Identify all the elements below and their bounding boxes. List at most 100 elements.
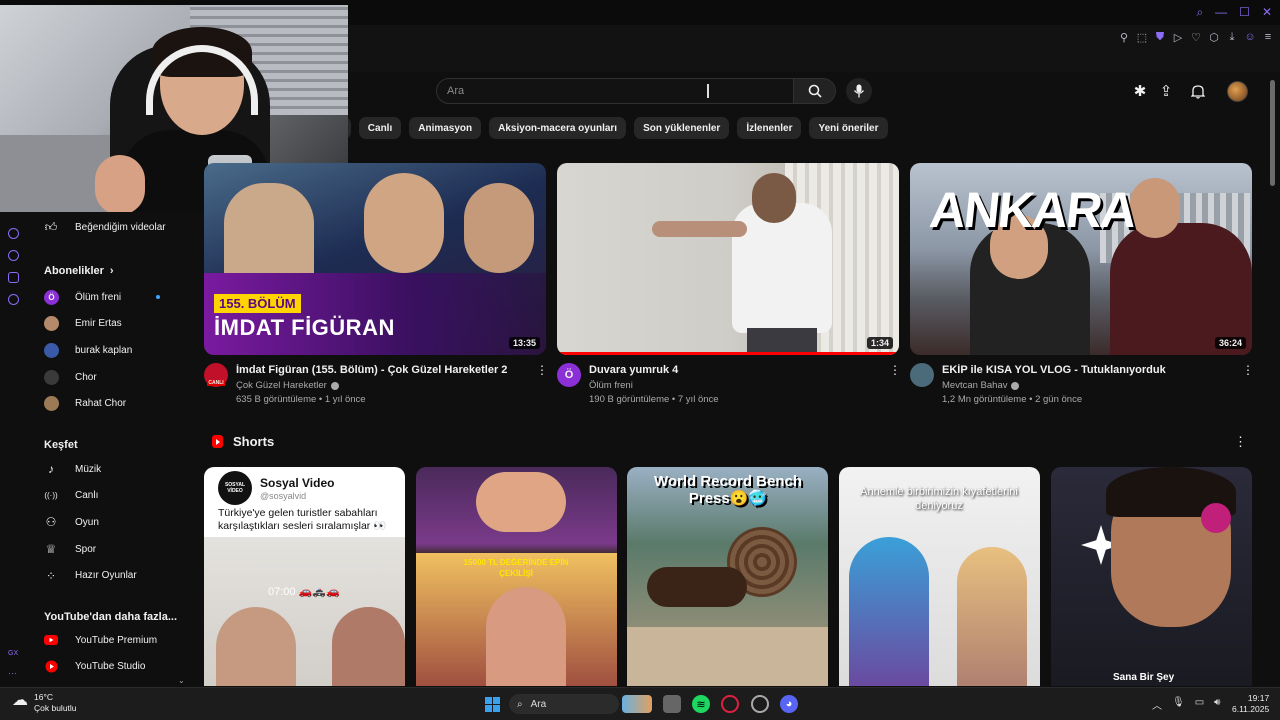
sidebar-scroll-down-icon[interactable]: ⌄ <box>178 676 185 685</box>
short-overlay-text: World Record Bench Press😮🥶 <box>653 473 803 507</box>
sidebar-item-explore[interactable]: ♕ Spor <box>28 537 188 561</box>
channel-avatar <box>44 342 59 358</box>
chip-watched[interactable]: İzlenenler <box>737 117 802 139</box>
rail-player-icon[interactable] <box>8 250 19 261</box>
video-channel[interactable]: Mevtcan Bahav <box>942 380 1020 391</box>
minimize-button[interactable]: — <box>1215 5 1227 20</box>
tray-mic-icon[interactable]: 🎙︎ <box>1172 697 1185 712</box>
video-title[interactable]: EKİP ile KISA YOL VLOG - Tutuklanıyorduk <box>942 364 1232 376</box>
upload-icon[interactable]: ⇪ <box>1157 82 1175 100</box>
short-figure <box>476 472 566 532</box>
sidebar-item-more[interactable]: YouTube Studio <box>28 655 188 679</box>
sidebar-item-subscription[interactable]: burak kaplan <box>28 338 188 362</box>
steam-icon[interactable] <box>751 695 769 713</box>
notifications-bell-icon[interactable] <box>1189 82 1207 100</box>
rail-settings-icon[interactable] <box>8 294 19 305</box>
profile-icon[interactable]: ☺ <box>1244 31 1256 43</box>
thumb-overlay-title: ANKARA <box>927 182 1138 238</box>
search-input[interactable]: Ara <box>436 78 794 104</box>
channel-avatar[interactable]: Ö <box>557 363 581 387</box>
short-card[interactable]: World Record Bench Press😮🥶 <box>627 467 828 686</box>
heart-icon[interactable]: ♡ <box>1190 31 1202 44</box>
thumb-figure <box>464 183 534 273</box>
account-avatar[interactable] <box>1227 81 1248 102</box>
channel-avatar[interactable] <box>910 363 934 387</box>
sidebar-item-subscription[interactable]: Emir Ertas <box>28 312 188 336</box>
chip-live[interactable]: Canlı <box>358 117 402 139</box>
taskbar-clock[interactable]: 19:17 6.11.2025 <box>1232 693 1269 715</box>
chip-new-to-you[interactable]: Yeni öneriler <box>809 117 888 139</box>
more-options-icon[interactable]: ⋮ <box>536 363 548 377</box>
sidebar-item-liked-videos[interactable]: 👍︎ Beğendiğim videolar <box>28 215 188 239</box>
rail-clock-icon[interactable] <box>8 228 19 239</box>
download-icon[interactable]: ⤓ <box>1226 31 1238 43</box>
create-icon[interactable]: ✱ <box>1131 82 1149 100</box>
video-title[interactable]: İmdat Figüran (155. Bölüm) - Çok Güzel H… <box>236 364 526 376</box>
more-from-youtube-heading: YouTube'dan daha fazla... <box>44 611 177 623</box>
channel-avatar[interactable]: CANLI <box>204 363 228 387</box>
system-tray: ︿ 🎙︎ ▭ 🔊︎ <box>1152 697 1220 712</box>
rail-more-icon[interactable]: ··· <box>8 668 17 678</box>
task-view-icon[interactable] <box>663 695 681 713</box>
sidebar-item-more[interactable]: YouTube Premium <box>28 628 188 652</box>
search-button[interactable] <box>794 78 836 104</box>
channel-avatar <box>44 316 59 332</box>
tray-volume-icon[interactable]: 🔊︎ <box>1214 697 1220 712</box>
shield-icon[interactable]: ⛊ <box>1154 31 1166 43</box>
video-stats: 1,2 Mn görüntüleme • 2 gün önce <box>942 394 1083 405</box>
video-title[interactable]: Duvara yumruk 4 <box>589 364 879 376</box>
browser-search-icon[interactable]: ⌕ <box>1196 5 1203 20</box>
sidebar-item-explore[interactable]: ♪ Müzik <box>28 457 188 481</box>
extensions-icon[interactable]: ⬡ <box>1208 31 1220 44</box>
sidebar-item-subscription[interactable]: Chor <box>28 365 188 389</box>
thumb-figure-shirt <box>732 203 832 333</box>
sidebar-item-explore[interactable]: ((·)) Canlı <box>28 484 188 508</box>
sidebar-item-label: Müzik <box>75 463 102 475</box>
voice-search-button[interactable] <box>846 78 872 104</box>
video-thumbnail[interactable]: 1:34 <box>557 163 899 355</box>
windows-start-icon[interactable] <box>483 695 501 713</box>
menu-icon[interactable]: ≡ <box>1262 31 1274 43</box>
video-thumbnail[interactable]: 155. BÖLÜM İMDAT FİGÜRAN 13:35 <box>204 163 546 355</box>
more-options-icon[interactable]: ⋮ <box>1242 363 1254 377</box>
snapshot-icon[interactable]: ⬚ <box>1136 31 1148 44</box>
sidebar-item-explore[interactable]: ⁘ Hazır Oyunlar <box>28 564 188 588</box>
discord-icon[interactable]: ◕ <box>780 695 798 713</box>
play-icon[interactable]: ▷ <box>1172 31 1184 44</box>
sidebar-item-explore[interactable]: ⚇ Oyun <box>28 510 188 534</box>
more-options-icon[interactable]: ⋮ <box>889 363 901 377</box>
rail-cube-icon[interactable] <box>8 272 19 283</box>
video-channel[interactable]: Ölüm freni <box>589 380 633 391</box>
video-thumbnail[interactable]: ANKARA 36:24 <box>910 163 1252 355</box>
short-card[interactable]: Sana Bir Şey <box>1051 467 1252 686</box>
maximize-button[interactable]: ☐ <box>1239 5 1250 20</box>
tray-network-icon[interactable]: ▭ <box>1195 697 1204 712</box>
shorts-more-options-icon[interactable]: ⋮ <box>1234 434 1247 450</box>
video-card[interactable]: 155. BÖLÜM İMDAT FİGÜRAN 13:35 CANLI İmd… <box>204 163 548 413</box>
chip-action-adventure[interactable]: Aksiyon-macera oyunları <box>489 117 627 139</box>
short-card[interactable]: Annemle birbirimizin kıyafetlerini deniy… <box>839 467 1040 686</box>
page-scrollbar[interactable] <box>1270 80 1275 186</box>
sidebar-item-subscription[interactable]: Ö Ölüm freni <box>28 285 188 309</box>
thumb-overlay-title: İMDAT FİGÜRAN <box>214 315 395 340</box>
spotify-icon[interactable]: ≋ <box>692 695 710 713</box>
video-card[interactable]: 1:34 Ö Duvara yumruk 4 Ölüm freni 190 B … <box>557 163 901 413</box>
weather-widget[interactable]: ☁ 16°C Çok bulutlu <box>12 692 77 714</box>
video-stats: 635 B görüntüleme • 1 yıl önce <box>236 394 366 405</box>
chip-recently-uploaded[interactable]: Son yüklenenler <box>634 117 730 139</box>
chip-animation[interactable]: Animasyon <box>409 117 482 139</box>
taskbar-widget-icon[interactable] <box>622 695 652 713</box>
tray-expand-icon[interactable]: ︿ <box>1152 697 1162 712</box>
video-channel[interactable]: Çok Güzel Hareketler <box>236 380 339 391</box>
taskbar-search[interactable]: ⌕ Ara <box>509 694 619 714</box>
video-card[interactable]: ANKARA 36:24 EKİP ile KISA YOL VLOG - Tu… <box>910 163 1254 413</box>
opera-gx-icon[interactable] <box>721 695 739 713</box>
close-button[interactable]: ✕ <box>1262 5 1272 20</box>
sidebar-item-subscription[interactable]: Rahat Chor <box>28 392 188 416</box>
thumb-figure <box>1110 223 1252 355</box>
short-card[interactable]: 15000 TL DEĞERİNDE EPİN ÇEKİLİŞİ <box>416 467 617 686</box>
short-card[interactable]: SOSYAL VİDEO Sosyal Video @sosyalvid Tür… <box>204 467 405 686</box>
pin-icon[interactable]: ⚲ <box>1118 31 1130 44</box>
rail-gx-label: GX <box>8 650 19 657</box>
subscriptions-heading[interactable]: Abonelikler › <box>44 265 114 277</box>
